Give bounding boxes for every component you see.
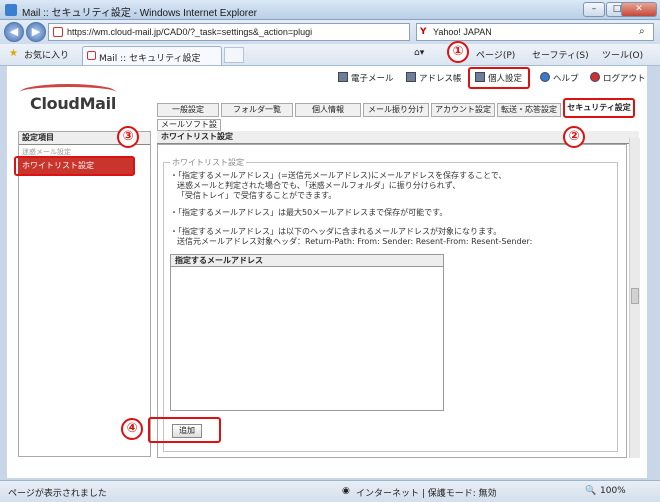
logout-icon xyxy=(590,72,600,82)
annotation-marker-3: ③ xyxy=(117,126,139,148)
forward-button[interactable]: ▶ xyxy=(26,22,46,42)
tab-personal-info[interactable]: 個人情報 xyxy=(295,103,361,117)
nav-mail[interactable]: 電子メール xyxy=(338,72,394,84)
zoom-icon[interactable]: 🔍 xyxy=(585,486,596,496)
back-button[interactable]: ◀ xyxy=(4,22,24,42)
ie-icon xyxy=(5,4,17,16)
window-title: Mail :: セキュリティ設定 - Windows Internet Expl… xyxy=(22,8,258,19)
nav-logout-label: ログアウト xyxy=(603,74,646,84)
annotation-marker-4: ④ xyxy=(121,418,143,440)
star-icon: ★ xyxy=(9,48,18,59)
status-text: ページが表示されました xyxy=(8,489,107,499)
annotation-box-3 xyxy=(14,156,135,176)
address-url: https://wm.cloud-mail.jp/CAD0/?_task=set… xyxy=(67,27,313,37)
nav-address-label: アドレス帳 xyxy=(419,74,462,84)
close-button[interactable]: ✕ xyxy=(621,2,657,17)
annotation-box-4 xyxy=(148,417,221,443)
new-tab-button[interactable] xyxy=(224,47,244,63)
nav-mail-label: 電子メール xyxy=(351,74,394,84)
tab-forwarding[interactable]: 転送・応答設定 xyxy=(497,103,561,117)
favorites-button[interactable]: お気に入り xyxy=(24,48,69,61)
tab-mail-software[interactable]: メールソフト設定 xyxy=(157,119,221,139)
annotation-marker-2: ② xyxy=(563,126,585,148)
cloudmail-logo: CloudMail xyxy=(18,84,128,118)
scrollbar-thumb[interactable] xyxy=(631,288,639,304)
settings-sidebar: 設定項目 迷惑メール設定 xyxy=(18,131,151,457)
tools-menu[interactable]: ツール(O) xyxy=(602,48,643,61)
window-titlebar: Mail :: セキュリティ設定 - Windows Internet Expl… xyxy=(0,0,660,20)
nav-help-label: ヘルプ xyxy=(553,74,579,84)
globe-icon: ◉ xyxy=(342,486,350,496)
help-icon xyxy=(540,72,550,82)
tab-mail-filter[interactable]: メール振り分け xyxy=(363,103,429,117)
desc-line-6: 送信元メールアドレス対象ヘッダ：Return-Path: From: Sende… xyxy=(177,237,533,246)
tab-title: Mail :: セキュリティ設定 xyxy=(99,54,201,64)
annotation-marker-1: ① xyxy=(447,41,469,63)
scrollbar[interactable] xyxy=(629,138,640,458)
address-bar[interactable]: https://wm.cloud-mail.jp/CAD0/?_task=set… xyxy=(48,23,410,41)
table-header: 指定するメールアドレス xyxy=(171,255,443,267)
search-provider: Yahoo! JAPAN xyxy=(433,27,492,37)
page-menu[interactable]: ページ(P) xyxy=(476,48,515,61)
tab-folders[interactable]: フォルダ一覧 xyxy=(221,103,293,117)
tab-account[interactable]: アカウント設定 xyxy=(431,103,495,117)
minimize-button[interactable]: – xyxy=(583,2,605,17)
browser-tab[interactable]: Mail :: セキュリティ設定 xyxy=(82,46,222,65)
safety-menu[interactable]: セーフティ(S) xyxy=(532,48,589,61)
zone-text: インターネット | 保護モード: 無効 xyxy=(356,489,497,499)
fieldset-legend: ホワイトリスト設定 xyxy=(170,157,246,168)
addressbook-icon xyxy=(406,72,416,82)
address-table[interactable]: 指定するメールアドレス xyxy=(170,254,444,411)
mail-icon xyxy=(338,72,348,82)
nav-address[interactable]: アドレス帳 xyxy=(406,72,462,84)
nav-help[interactable]: ヘルプ xyxy=(540,72,579,84)
desc-line-4: ・「指定するメールアドレス」は最大50メールアドレスまで保存が可能です。 xyxy=(170,208,448,217)
search-box[interactable]: Y Yahoo! JAPAN ⌕ xyxy=(416,23,654,41)
site-icon xyxy=(53,27,63,37)
logo-text: CloudMail xyxy=(30,94,117,113)
nav-logout[interactable]: ログアウト xyxy=(590,72,646,84)
zoom-level[interactable]: 100% xyxy=(600,486,626,496)
home-icon[interactable]: ⌂▾ xyxy=(414,48,424,58)
annotation-box-1 xyxy=(468,67,530,89)
status-bar: ページが表示されました ◉ インターネット | 保護モード: 無効 🔍 100% xyxy=(0,480,660,502)
tab-general[interactable]: 一般設定 xyxy=(157,103,219,117)
tab-icon xyxy=(87,51,96,60)
yahoo-icon: Y xyxy=(420,27,427,37)
desc-line-3: 「受信トレイ」で受信することができます。 xyxy=(177,191,337,200)
tab-security[interactable]: セキュリティ設定 xyxy=(563,98,635,118)
search-icon[interactable]: ⌕ xyxy=(639,26,645,37)
